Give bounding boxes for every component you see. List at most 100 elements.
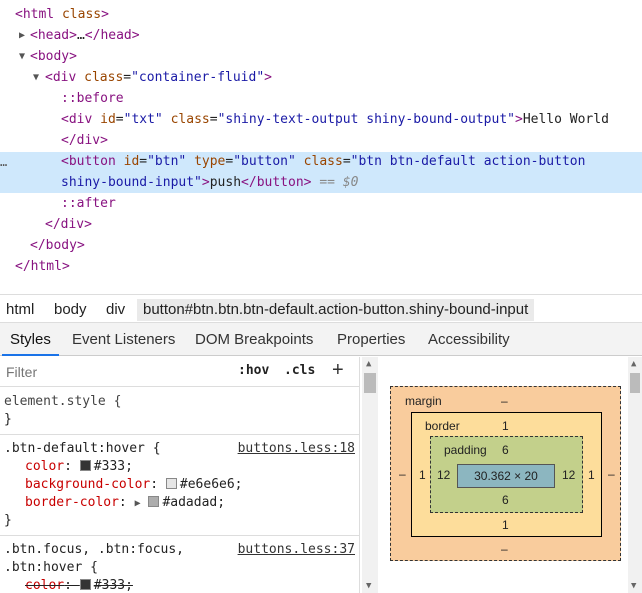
tab-dom-breakpoints[interactable]: DOM Breakpoints — [195, 323, 313, 356]
tree-line-button[interactable]: <button id="btn" type="button" class="bt… — [61, 151, 585, 172]
tree-line-div-close[interactable]: </div> — [61, 130, 108, 151]
margin-bottom-value[interactable]: – — [501, 542, 508, 556]
tab-properties[interactable]: Properties — [337, 323, 405, 356]
property-name: border-color — [25, 495, 119, 510]
rule-selector[interactable]: .btn:hover { — [4, 559, 98, 577]
attr-value: "button" — [233, 154, 296, 169]
box-model-border[interactable]: border 1 1 1 1 padding 6 6 12 12 30.362 … — [411, 412, 602, 537]
color-swatch[interactable] — [79, 579, 91, 590]
hov-toggle[interactable]: :hov — [238, 363, 269, 378]
tree-line-body[interactable]: <body> — [30, 46, 77, 67]
style-property[interactable]: border-color: ▶ #adadad; — [25, 494, 225, 512]
style-property[interactable]: color: #333; — [25, 458, 133, 476]
expand-triangle-icon[interactable]: ▶ — [135, 498, 141, 509]
border-bottom-value[interactable]: 1 — [502, 518, 509, 532]
tree-line-html-close[interactable]: </html> — [15, 256, 70, 277]
styles-scrollbar[interactable]: ▲ ▼ — [362, 357, 378, 593]
text-node: push — [209, 175, 242, 190]
border-right-value[interactable]: 1 — [588, 468, 595, 482]
box-model-margin[interactable]: margin – – – – border 1 1 1 1 padding 6 … — [390, 386, 621, 561]
color-swatch[interactable] — [148, 496, 160, 507]
breadcrumb-body[interactable]: body — [54, 299, 87, 321]
tag-name: div — [52, 70, 77, 85]
elements-tree: … <html class> ▶ <head>…</head> ▼ <body>… — [0, 0, 642, 292]
tag-name: div — [68, 112, 93, 127]
rule-selector[interactable]: element.style { — [4, 393, 121, 411]
property-value: #333; — [93, 459, 133, 474]
tree-line-div-close[interactable]: </div> — [45, 214, 92, 235]
expand-triangle-icon[interactable]: ▶ — [19, 30, 25, 41]
box-model-scrollbar[interactable]: ▲ ▼ — [628, 357, 642, 593]
rule-divider — [0, 535, 359, 536]
attr-name: type — [194, 154, 226, 169]
attr-name: id — [123, 154, 140, 169]
collapsed-ellipsis: … — [76, 28, 85, 43]
tag-name: body — [37, 49, 70, 64]
tag-name: div — [76, 133, 101, 148]
tree-line-body-close[interactable]: </body> — [30, 235, 85, 256]
style-property[interactable]: background-color: #e6e6e6; — [25, 476, 243, 494]
attr-value: "shiny-text-output shiny-bound-output" — [217, 112, 515, 127]
margin-top-value[interactable]: – — [501, 394, 508, 408]
border-top-value[interactable]: 1 — [502, 419, 509, 433]
tree-line-html[interactable]: <html class> — [15, 4, 109, 25]
scroll-up-icon[interactable]: ▲ — [366, 359, 371, 369]
box-model-diagram: margin – – – – border 1 1 1 1 padding 6 … — [390, 386, 621, 561]
padding-left-value[interactable]: 12 — [437, 468, 450, 482]
margin-right-value[interactable]: – — [608, 467, 615, 481]
new-rule-plus-icon[interactable]: + — [332, 359, 344, 382]
padding-top-value[interactable]: 6 — [502, 443, 509, 457]
tag-name: button — [68, 154, 116, 169]
tag-name: html — [22, 7, 55, 22]
filter-toolbar: :hov .cls + — [0, 357, 359, 387]
tag-name: head — [37, 28, 70, 43]
tree-line-div-txt[interactable]: <div id="txt" class="shiny-text-output s… — [61, 109, 609, 130]
breadcrumb-div[interactable]: div — [106, 299, 125, 321]
tag-name: head — [100, 28, 132, 43]
padding-bottom-value[interactable]: 6 — [502, 493, 509, 507]
tag-name: div — [60, 217, 85, 232]
breadcrumb-html[interactable]: html — [6, 299, 34, 321]
filter-input[interactable] — [3, 360, 225, 384]
box-model-padding[interactable]: padding 6 6 12 12 30.362 × 20 — [430, 436, 583, 513]
collapse-triangle-icon[interactable]: ▼ — [19, 51, 25, 62]
collapse-triangle-icon[interactable]: ▼ — [33, 72, 39, 83]
tree-line-before[interactable]: ::before — [61, 88, 124, 109]
rule-source-link[interactable]: buttons.less:18 — [238, 440, 355, 458]
scroll-down-icon[interactable]: ▼ — [366, 581, 371, 591]
scroll-down-icon[interactable]: ▼ — [631, 581, 636, 591]
node-actions-ellipsis[interactable]: … — [0, 152, 7, 173]
tab-styles[interactable]: Styles — [2, 323, 59, 356]
sidebar-tabs: Styles Event Listeners DOM Breakpoints P… — [0, 322, 642, 356]
attr-name: class — [84, 70, 124, 85]
property-value: #333; — [93, 578, 133, 593]
rule-source-link[interactable]: buttons.less:37 — [238, 541, 355, 559]
color-swatch[interactable] — [165, 478, 177, 489]
rule-selector[interactable]: .btn-default:hover { — [4, 440, 161, 458]
scroll-thumb[interactable] — [364, 373, 376, 393]
tree-line-after[interactable]: ::after — [61, 193, 116, 214]
tab-accessibility[interactable]: Accessibility — [428, 323, 510, 356]
tree-line-head[interactable]: <head>…</head> — [30, 25, 140, 46]
rule-close-brace: } — [4, 412, 12, 427]
attr-name: class — [170, 112, 210, 127]
color-swatch[interactable] — [79, 460, 91, 471]
rule-close-brace: } — [4, 513, 12, 528]
styles-pane: :hov .cls + element.style { } .btn-defau… — [0, 357, 360, 593]
scroll-thumb[interactable] — [630, 373, 640, 393]
border-left-value[interactable]: 1 — [419, 468, 426, 482]
box-model-content[interactable]: 30.362 × 20 — [457, 464, 555, 488]
margin-left-value[interactable]: – — [399, 467, 406, 481]
tag-name: html — [30, 259, 62, 274]
tab-event-listeners[interactable]: Event Listeners — [72, 323, 175, 356]
scroll-up-icon[interactable]: ▲ — [631, 359, 636, 369]
cls-toggle[interactable]: .cls — [284, 363, 315, 378]
tree-line-button-cont[interactable]: shiny-bound-input">push</button> == $0 — [61, 172, 358, 193]
style-property-overridden[interactable]: color: #333; — [25, 577, 133, 593]
property-name: color — [25, 578, 65, 593]
rule-selector[interactable]: .btn.focus, .btn:focus, — [4, 541, 184, 559]
tree-line-div[interactable]: <div class="container-fluid"> — [45, 67, 272, 88]
padding-right-value[interactable]: 12 — [562, 468, 575, 482]
breadcrumb-button[interactable]: button#btn.btn.btn-default.action-button… — [137, 299, 535, 321]
breadcrumb: html body div button#btn.btn.btn-default… — [0, 294, 642, 322]
